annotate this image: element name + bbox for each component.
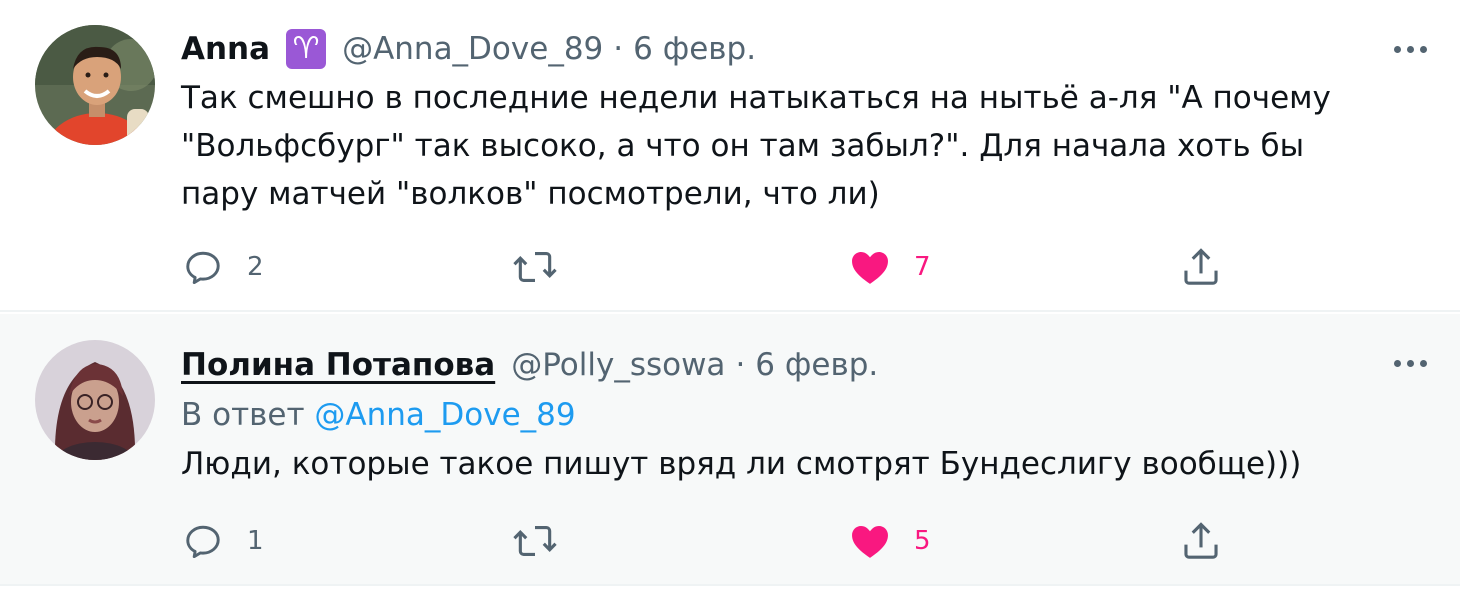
tweet[interactable]: Полина Потапова @Polly_ssowa · 6 февр. В… <box>0 314 1460 586</box>
separator: · <box>613 31 624 67</box>
share-icon <box>1184 248 1218 285</box>
reply-button[interactable]: 1 <box>181 516 264 566</box>
reply-icon <box>186 525 220 559</box>
share-button[interactable] <box>1179 242 1223 292</box>
tweet-actions: 1 5 <box>181 516 1231 566</box>
like-button[interactable]: 5 <box>848 516 931 566</box>
more-icon <box>1393 359 1401 367</box>
tweet-thread: Anna ♈ @Anna_Dove_89 · 6 февр. Так смешн… <box>0 0 1460 602</box>
reply-count: 1 <box>247 526 264 556</box>
tweet-header: Полина Потапова @Polly_ssowa · 6 февр. <box>181 342 1390 388</box>
tweet-body: Anna ♈ @Anna_Dove_89 · 6 февр. Так смешн… <box>181 26 1390 218</box>
tweet-text: Люди, которые такое пишут вряд ли смотря… <box>181 446 1302 482</box>
reply-count: 2 <box>247 252 264 282</box>
avatar[interactable] <box>35 340 155 460</box>
reply-prefix: В ответ <box>181 397 305 433</box>
retweet-icon <box>513 526 557 556</box>
tweet-date[interactable]: 6 февр. <box>633 26 756 72</box>
author-name[interactable]: Anna <box>181 26 270 72</box>
more-icon <box>1393 45 1401 53</box>
reply-context: В ответ @Anna_Dove_89 <box>181 390 1390 440</box>
aries-badge-icon: ♈ <box>286 29 327 69</box>
author-handle[interactable]: @Anna_Dove_89 <box>342 26 603 72</box>
reply-icon <box>186 251 220 285</box>
share-icon <box>1184 522 1218 559</box>
tweet-date[interactable]: 6 февр. <box>755 342 878 388</box>
tweet[interactable]: Anna ♈ @Anna_Dove_89 · 6 февр. Так смешн… <box>0 0 1460 312</box>
separator: · <box>735 347 746 383</box>
tweet-actions: 2 7 <box>181 242 1231 292</box>
tweet-header: Anna ♈ @Anna_Dove_89 · 6 февр. <box>181 26 1390 72</box>
author-name[interactable]: Полина Потапова <box>181 342 495 388</box>
like-button[interactable]: 7 <box>848 242 931 292</box>
retweet-icon <box>513 252 557 282</box>
share-button[interactable] <box>1179 516 1223 566</box>
avatar[interactable] <box>35 25 155 145</box>
more-button[interactable] <box>1382 34 1438 64</box>
more-button[interactable] <box>1382 348 1438 378</box>
heart-icon <box>852 251 888 284</box>
like-count: 5 <box>914 526 931 556</box>
tweet-text: Так смешно в последние недели натыкаться… <box>181 80 1331 212</box>
retweet-button[interactable] <box>511 516 581 566</box>
like-count: 7 <box>914 252 931 282</box>
author-handle[interactable]: @Polly_ssowa <box>511 342 725 388</box>
tweet-body: Полина Потапова @Polly_ssowa · 6 февр. В… <box>181 342 1390 488</box>
heart-icon <box>852 525 888 558</box>
retweet-button[interactable] <box>511 242 581 292</box>
reply-mention-link[interactable]: @Anna_Dove_89 <box>314 397 575 433</box>
reply-button[interactable]: 2 <box>181 242 264 292</box>
